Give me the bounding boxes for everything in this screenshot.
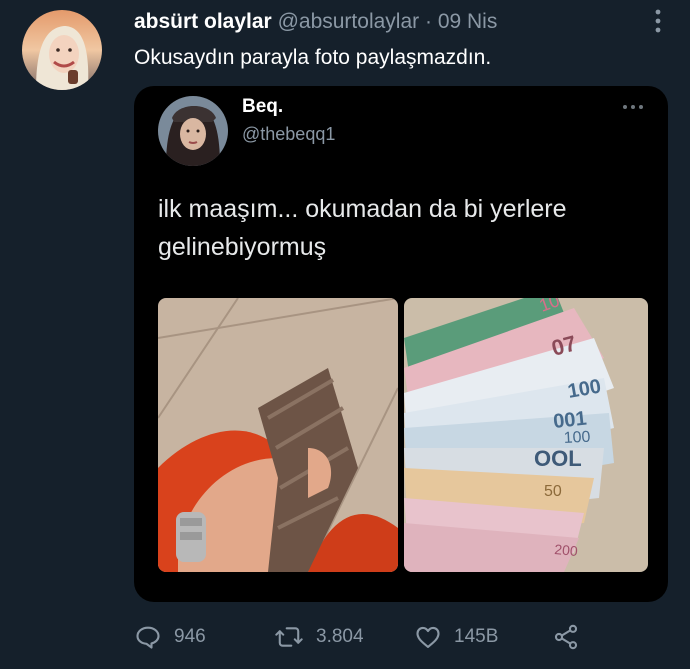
share-icon: [554, 624, 578, 650]
tweet-header: absürt olaylar @absurtolaylar · 09 Nis: [134, 10, 650, 40]
author-handle[interactable]: @absurtolaylar: [278, 10, 420, 33]
like-count: 145B: [454, 626, 499, 647]
more-horizontal-icon[interactable]: [622, 104, 644, 110]
author-avatar[interactable]: [22, 10, 102, 90]
reply-count: 946: [174, 626, 206, 647]
heart-icon: [416, 626, 440, 648]
like-button[interactable]: 145B: [414, 620, 498, 654]
retweet-button[interactable]: 3.804: [274, 620, 364, 654]
photo-hand-holding-money[interactable]: [158, 298, 398, 572]
tweet-date[interactable]: 09 Nis: [438, 10, 498, 33]
quoted-author-avatar[interactable]: [158, 96, 228, 166]
share-button[interactable]: [552, 620, 592, 654]
quoted-tweet-text: ilk maaşım... okumadan da bi yerlere gel…: [158, 195, 567, 261]
quoted-tweet[interactable]: Beq. @thebeqq1 ilk maaşım... okumadan da…: [134, 86, 668, 602]
retweet-count: 3.804: [316, 626, 364, 647]
tweet-actions: 946 3.804 145B: [134, 620, 654, 656]
banknote-label: 100: [563, 429, 591, 447]
tweet-text: Okusaydın parayla foto paylaşmazdın.: [134, 46, 492, 69]
photo-banknote-fan[interactable]: 10 07 100 001 100 OOL 50 200: [404, 298, 648, 572]
retweet-icon: [275, 627, 303, 647]
banknote-label: 50: [544, 483, 562, 500]
banknote-label: 200: [554, 541, 579, 559]
header-separator: ·: [424, 10, 432, 33]
quoted-author-handle[interactable]: @thebeqq1: [242, 124, 335, 145]
reply-button[interactable]: 946: [134, 620, 206, 654]
banknote-label: OOL: [534, 446, 582, 471]
more-vertical-icon[interactable]: [654, 8, 662, 34]
author-name[interactable]: absürt olaylar: [134, 10, 272, 33]
reply-icon: [136, 626, 160, 649]
quoted-author-name[interactable]: Beq.: [242, 96, 283, 118]
